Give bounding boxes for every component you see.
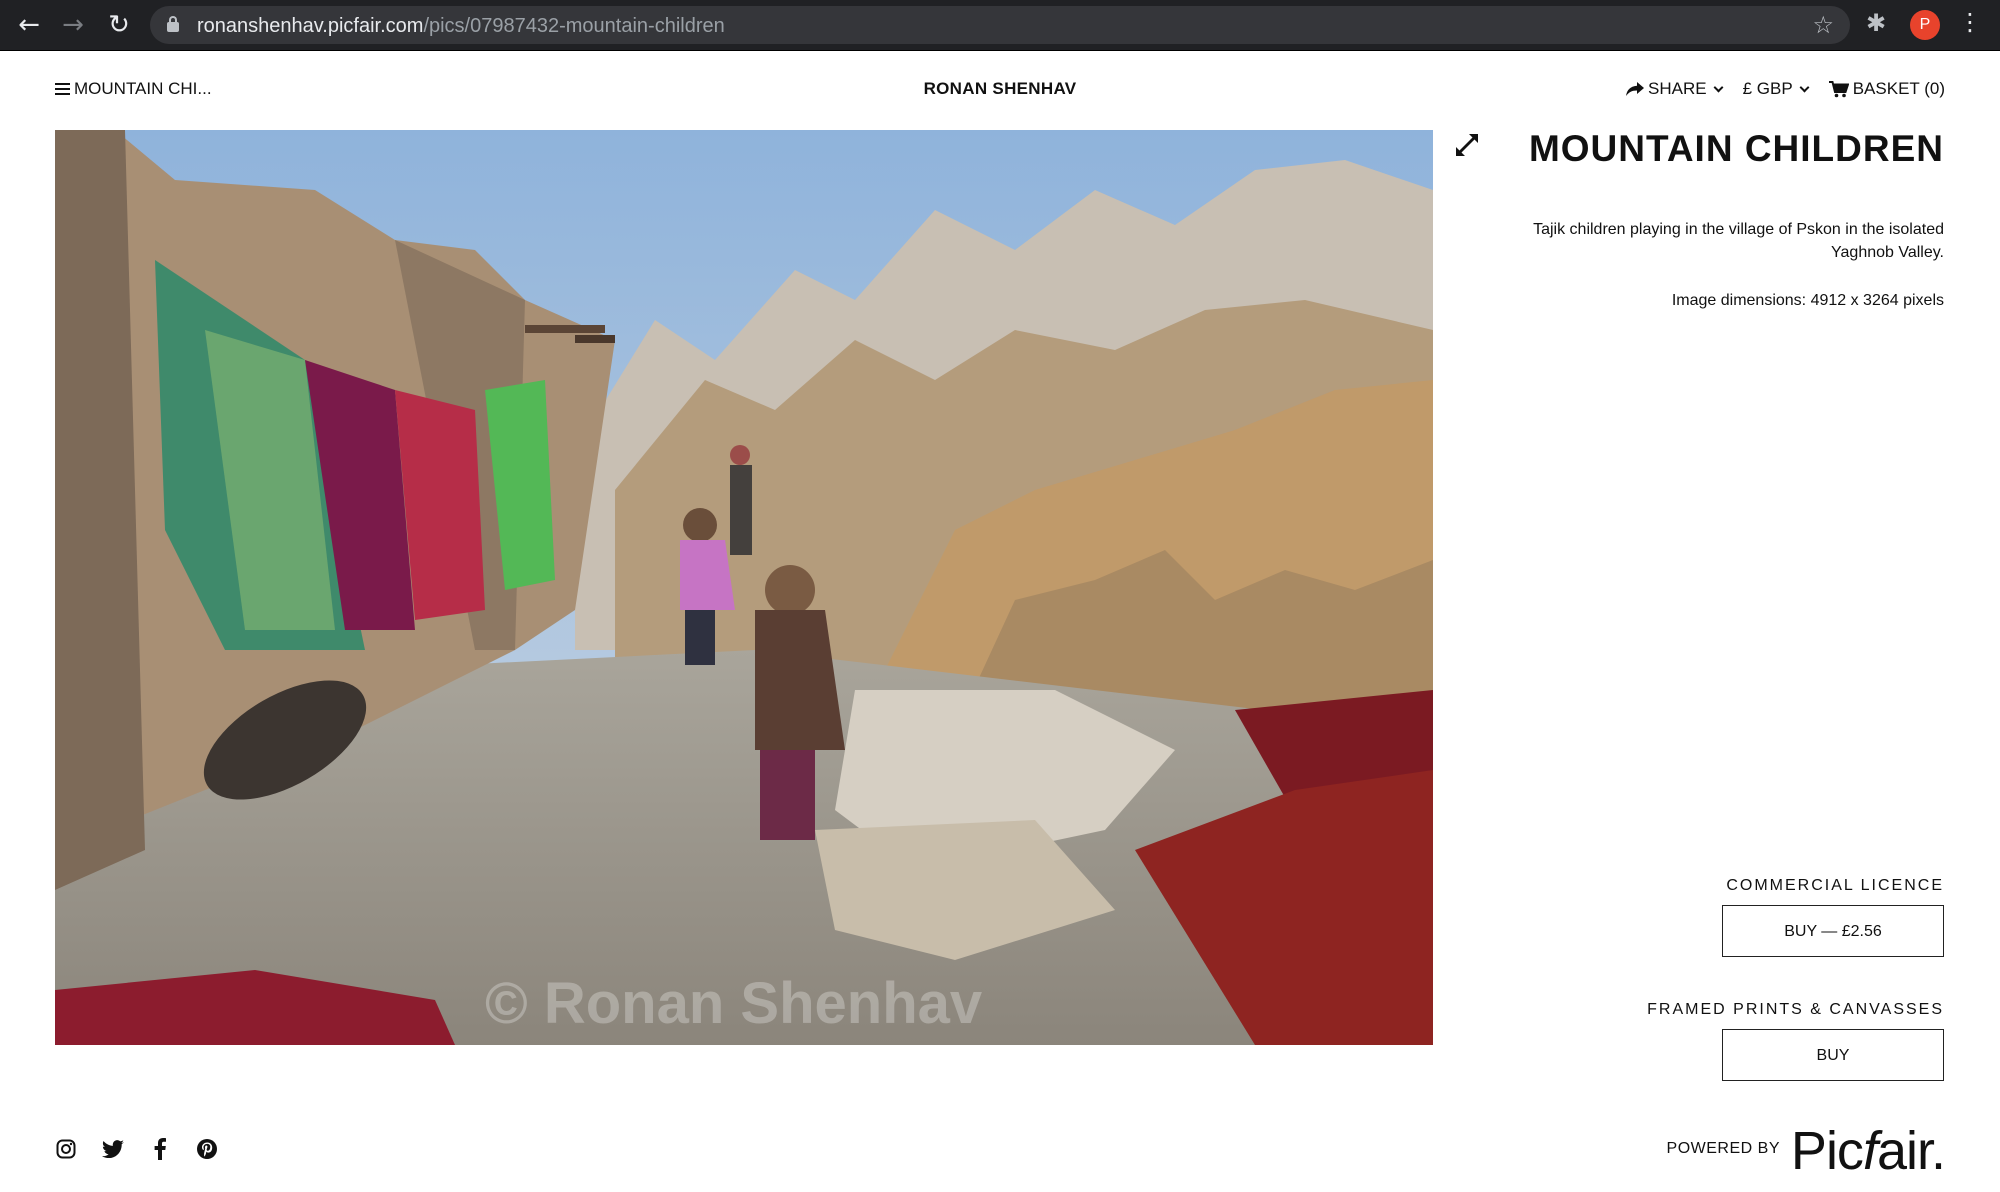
share-button[interactable]: SHARE <box>1626 79 1725 99</box>
back-icon[interactable]: ← <box>14 10 44 40</box>
more-icon[interactable]: ⋮ <box>1958 8 1982 36</box>
url-text[interactable]: ronanshenhav.picfair.com/pics/07987432-m… <box>197 15 725 38</box>
picfair-logo[interactable]: Picfair. <box>1790 1120 1946 1182</box>
photo-title: MOUNTAIN CHILDREN <box>1528 128 1944 169</box>
chevron-down-icon <box>1713 82 1724 92</box>
currency-label: £ GBP <box>1742 79 1793 98</box>
photo-illustration <box>55 130 1433 1045</box>
chevron-down-icon <box>1799 82 1810 92</box>
url-path: /pics/07987432-mountain-children <box>423 15 725 37</box>
browser-toolbar: ← → ↻ ronanshenhav.picfair.com/pics/0798… <box>0 0 2000 51</box>
lock-icon <box>167 16 179 32</box>
photo-description: Tajik children playing in the village of… <box>1533 221 1944 261</box>
photo-watermark: © Ronan Shenhav <box>485 971 983 1036</box>
reload-icon[interactable]: ↻ <box>104 10 134 40</box>
extensions-icon[interactable]: ✱ <box>1866 9 1886 37</box>
forward-icon[interactable]: → <box>58 10 88 40</box>
commercial-licence-label: COMMERCIAL LICENCE <box>1726 877 1944 894</box>
buy-licence-button[interactable]: BUY — £2.56 <box>1722 905 1944 957</box>
cart-icon <box>1828 80 1849 97</box>
site-header: MOUNTAIN CHI... RONAN SHENHAV SHARE £ GB… <box>0 52 2000 124</box>
powered-by-label: POWERED BY <box>1666 1140 1780 1157</box>
pinterest-icon[interactable] <box>196 1138 218 1160</box>
profile-avatar[interactable]: P <box>1910 10 1940 40</box>
logo-text-right: air. <box>1876 1121 1946 1181</box>
star-icon[interactable]: ☆ <box>1812 11 1834 39</box>
facebook-icon[interactable] <box>149 1138 171 1160</box>
framed-prints-label: FRAMED PRINTS & CANVASSES <box>1647 1001 1944 1018</box>
buy-prints-button[interactable]: BUY <box>1722 1029 1944 1081</box>
social-links <box>55 1138 218 1160</box>
url-host: ronanshenhav.picfair.com <box>197 15 424 37</box>
share-icon <box>1626 82 1645 96</box>
basket-label: BASKET (0) <box>1852 79 1945 98</box>
address-bar[interactable]: ronanshenhav.picfair.com/pics/07987432-m… <box>150 6 1850 44</box>
logo-text-left: Pic <box>1790 1121 1864 1181</box>
image-dimensions: Image dimensions: 4912 x 3264 pixels <box>1671 292 1944 309</box>
basket-button[interactable]: BASKET (0) <box>1828 79 1945 99</box>
twitter-icon[interactable] <box>102 1138 124 1160</box>
header-actions: SHARE £ GBP BASKET (0) <box>1626 79 1945 99</box>
instagram-icon[interactable] <box>55 1138 77 1160</box>
expand-icon[interactable] <box>1452 130 1482 160</box>
main-photo[interactable]: © Ronan Shenhav <box>55 130 1433 1045</box>
share-label: SHARE <box>1648 79 1707 98</box>
currency-select[interactable]: £ GBP <box>1743 79 1811 99</box>
logo-text-f: f <box>1862 1121 1878 1181</box>
